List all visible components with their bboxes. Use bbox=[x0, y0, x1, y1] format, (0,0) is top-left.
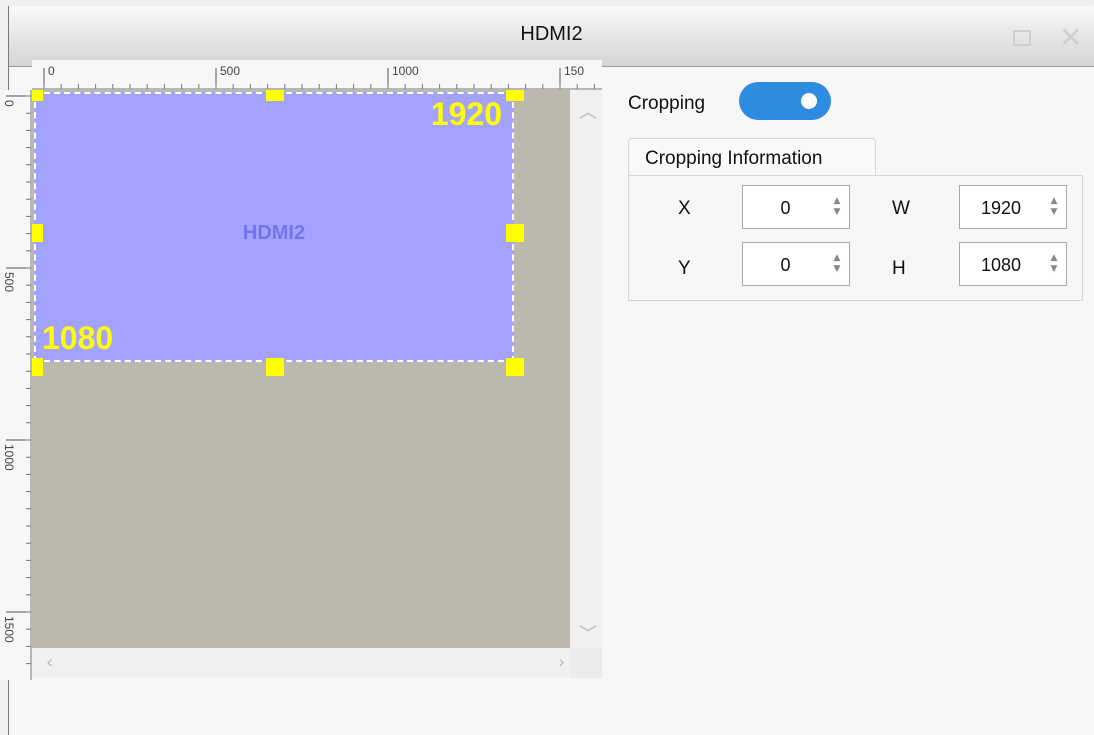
crop-height-label: 1080 bbox=[42, 320, 114, 356]
horizontal-scrollbar[interactable]: ‹ › bbox=[32, 648, 570, 678]
chevron-left-icon[interactable]: ‹ bbox=[46, 652, 53, 673]
resize-handle-left[interactable] bbox=[32, 224, 43, 242]
vertical-scrollbar[interactable]: ︿ ﹀ bbox=[570, 90, 602, 648]
resize-handle-right[interactable] bbox=[506, 224, 524, 242]
h-label: H bbox=[892, 258, 906, 279]
chevron-down-icon[interactable]: ﹀ bbox=[579, 620, 597, 646]
x-label: X bbox=[678, 198, 691, 219]
h-stepper[interactable]: 1080 ▲ ▼ bbox=[959, 242, 1067, 286]
horizontal-ruler: 0 500 1000 150 bbox=[32, 60, 602, 90]
resize-handle-bottom-right[interactable] bbox=[506, 358, 524, 376]
chevron-up-icon[interactable]: ︿ bbox=[579, 98, 597, 124]
cropping-label: Cropping bbox=[628, 93, 706, 114]
h-value: 1080 bbox=[980, 255, 1022, 275]
ruler-top-label-0: 0 bbox=[48, 64, 55, 78]
spin-arrows-icon[interactable]: ▲ ▼ bbox=[831, 196, 843, 218]
x-value: 0 bbox=[780, 198, 791, 218]
toggle-knob bbox=[801, 93, 817, 109]
scrollbar-corner bbox=[570, 648, 602, 678]
crop-rectangle[interactable]: HDMI2 1920 1080 bbox=[34, 92, 514, 362]
ruler-left-label-1000: 1000 bbox=[2, 444, 16, 471]
cropping-toggle[interactable] bbox=[739, 82, 831, 120]
spin-arrows-icon[interactable]: ▲ ▼ bbox=[1048, 196, 1060, 218]
vertical-ruler: 0 500 1000 1500 bbox=[0, 90, 32, 680]
spin-arrows-icon[interactable]: ▲ ▼ bbox=[1048, 253, 1060, 275]
resize-handle-bottom-left[interactable] bbox=[32, 358, 43, 376]
y-stepper[interactable]: 0 ▲ ▼ bbox=[742, 242, 850, 286]
tab-cropping-information[interactable]: Cropping Information bbox=[628, 138, 876, 176]
resize-handle-top[interactable] bbox=[266, 90, 284, 101]
x-stepper[interactable]: 0 ▲ ▼ bbox=[742, 185, 850, 229]
window-title: HDMI2 bbox=[520, 23, 583, 45]
crop-width-label: 1920 bbox=[430, 96, 502, 132]
ruler-left-label-500: 500 bbox=[2, 272, 16, 293]
chevron-right-icon[interactable]: › bbox=[558, 652, 565, 673]
ruler-top-label-1500: 150 bbox=[564, 64, 585, 78]
y-value: 0 bbox=[780, 255, 791, 275]
ruler-top-label-500: 500 bbox=[220, 64, 241, 78]
title-bar[interactable]: HDMI2 ✕ bbox=[9, 6, 1094, 67]
resize-handle-top-right[interactable] bbox=[506, 90, 524, 101]
source-name-label: HDMI2 bbox=[242, 222, 306, 244]
ruler-left-label-0: 0 bbox=[2, 100, 16, 107]
tab-label: Cropping Information bbox=[645, 148, 823, 169]
maximize-icon[interactable] bbox=[1011, 28, 1033, 48]
cropping-information-panel: X 0 ▲ ▼ W 1920 ▲ ▼ Y 0 ▲ ▼ H 1080 ▲ ▼ bbox=[628, 175, 1083, 301]
spin-arrows-icon[interactable]: ▲ ▼ bbox=[831, 253, 843, 275]
y-label: Y bbox=[678, 258, 691, 279]
w-value: 1920 bbox=[980, 198, 1022, 218]
ruler-top-label-1000: 1000 bbox=[392, 64, 419, 78]
resize-handle-bottom[interactable] bbox=[266, 358, 284, 376]
resize-handle-top-left[interactable] bbox=[32, 90, 43, 101]
w-label: W bbox=[892, 198, 910, 219]
crop-canvas[interactable]: HDMI2 1920 1080 bbox=[32, 90, 570, 648]
ruler-left-label-1500: 1500 bbox=[2, 616, 16, 643]
close-icon[interactable]: ✕ bbox=[1059, 24, 1082, 52]
w-stepper[interactable]: 1920 ▲ ▼ bbox=[959, 185, 1067, 229]
